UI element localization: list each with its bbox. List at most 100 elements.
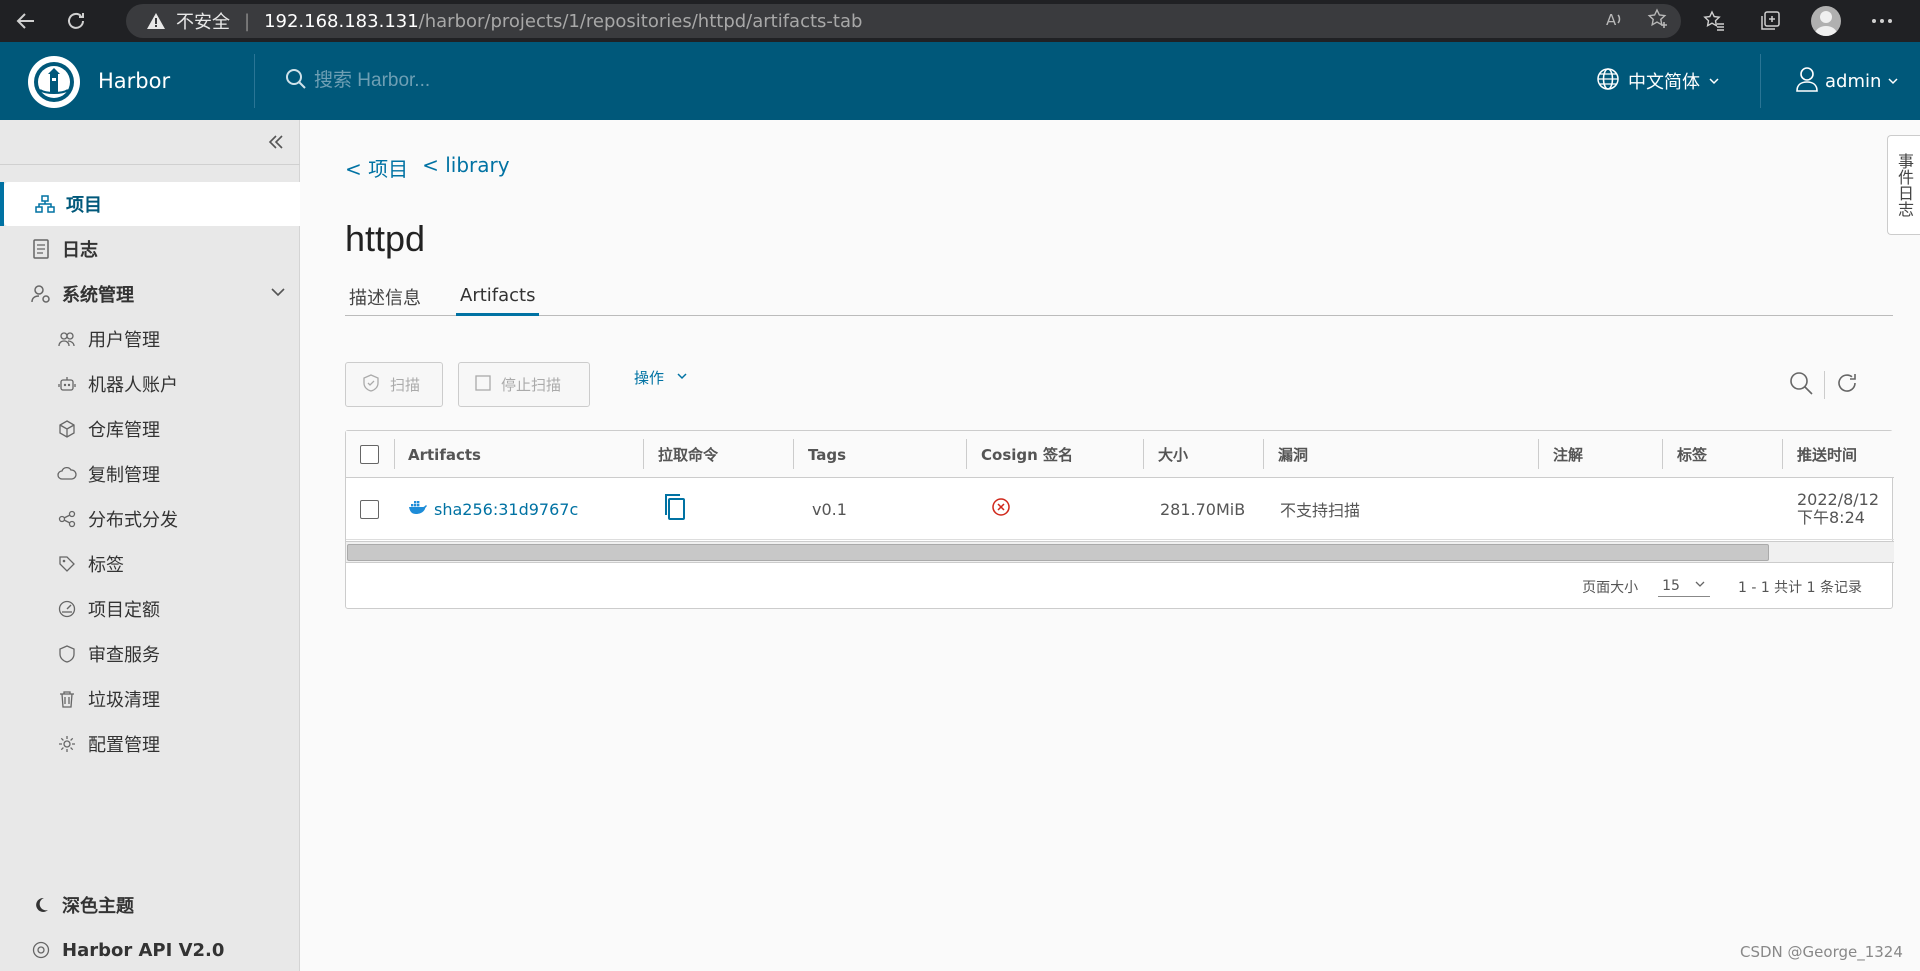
row-select-cell xyxy=(348,478,379,540)
tab-bar: 描述信息 Artifacts xyxy=(345,278,1893,316)
actions-dropdown[interactable]: 操作 xyxy=(634,362,688,392)
user-menu[interactable]: admin xyxy=(1795,42,1899,120)
horizontal-scrollbar[interactable] xyxy=(346,541,1894,563)
sidebar-item-users[interactable]: 用户管理 xyxy=(0,317,300,361)
column-separator xyxy=(394,439,395,469)
breadcrumb-library[interactable]: < library xyxy=(422,153,509,182)
globe-icon xyxy=(1596,67,1620,96)
artifact-digest-link[interactable]: sha256:31d9767c xyxy=(434,500,578,519)
main-content: < 项目 < library httpd 描述信息 Artifacts 扫描 停… xyxy=(300,120,1894,971)
column-header-tags[interactable]: Tags xyxy=(796,431,846,478)
sidebar-item-logs[interactable]: 日志 xyxy=(0,227,300,271)
double-chevron-left-icon[interactable] xyxy=(266,132,286,156)
sidebar-item-administration[interactable]: 系统管理 xyxy=(0,272,300,316)
column-header-push-time[interactable]: 推送时间 xyxy=(1785,431,1857,478)
sidebar: 项目 日志 系统管理 用户管理 机器人账户 仓库管理 复制管理 分布式分发 标签… xyxy=(0,120,300,971)
users-icon xyxy=(56,328,78,350)
brand-name[interactable]: Harbor xyxy=(98,42,170,120)
profile-avatar-icon[interactable] xyxy=(1798,0,1854,42)
refresh-icon[interactable] xyxy=(1835,371,1859,399)
select-all-cell xyxy=(348,431,379,478)
sidebar-item-garbage-collection[interactable]: 垃圾清理 xyxy=(0,677,300,721)
column-header-size[interactable]: 大小 xyxy=(1146,431,1188,478)
app-header: Harbor 中文简体 admin xyxy=(0,42,1920,120)
select-all-checkbox[interactable] xyxy=(360,445,379,464)
row-checkbox[interactable] xyxy=(360,499,379,519)
column-header-annotations[interactable]: 注解 xyxy=(1541,431,1583,478)
page-size-select[interactable]: 15 xyxy=(1658,578,1710,597)
more-menu-icon[interactable] xyxy=(1854,0,1910,42)
collections-icon[interactable] xyxy=(1742,0,1798,42)
dashboard-icon xyxy=(56,598,78,620)
tag-icon xyxy=(56,553,78,575)
column-separator xyxy=(793,439,794,469)
sidebar-item-configuration[interactable]: 配置管理 xyxy=(0,722,300,766)
warning-icon xyxy=(146,11,166,31)
sidebar-item-robot-accounts[interactable]: 机器人账户 xyxy=(0,362,300,406)
tab-info[interactable]: 描述信息 xyxy=(349,278,421,316)
add-favorite-icon[interactable] xyxy=(1647,7,1669,35)
tab-artifacts[interactable]: Artifacts xyxy=(456,278,540,316)
actions-label: 操作 xyxy=(634,368,665,387)
column-header-cosign[interactable]: Cosign 签名 xyxy=(969,431,1073,478)
read-aloud-icon[interactable]: A xyxy=(1605,9,1625,34)
chevron-down-icon[interactable] xyxy=(270,284,286,305)
column-header-pull-command[interactable]: 拉取命令 xyxy=(646,431,718,478)
sidebar-item-distributions[interactable]: 分布式分发 xyxy=(0,497,300,541)
cube-icon xyxy=(56,418,78,440)
sidebar-item-projects[interactable]: 项目 xyxy=(0,182,300,226)
scan-label: 扫描 xyxy=(390,376,421,394)
sidebar-item-quotas[interactable]: 项目定额 xyxy=(0,587,300,631)
url-path: /harbor/projects/1/repositories/httpd/ar… xyxy=(418,10,863,32)
push-time-cell: 2022/8/12 下午8:24 xyxy=(1785,478,1879,540)
search-input[interactable] xyxy=(314,70,614,92)
watermark: CSDN @George_1324 xyxy=(1740,943,1903,961)
sidebar-item-label: 项目定额 xyxy=(88,600,160,621)
moon-icon xyxy=(30,894,52,916)
chevron-down-icon xyxy=(1887,71,1899,92)
back-icon[interactable] xyxy=(8,3,44,39)
sidebar-item-label: 日志 xyxy=(62,240,98,261)
harbor-api-link[interactable]: Harbor API V2.0 xyxy=(0,928,300,971)
sidebar-item-replications[interactable]: 复制管理 xyxy=(0,452,300,496)
column-header-artifacts[interactable]: Artifacts xyxy=(396,431,481,478)
sidebar-item-label: 标签 xyxy=(88,555,124,576)
sidebar-item-label: 用户管理 xyxy=(88,330,160,351)
column-header-vulnerabilities[interactable]: 漏洞 xyxy=(1266,431,1308,478)
sidebar-item-interrogation-services[interactable]: 审查服务 xyxy=(0,632,300,676)
sidebar-item-registries[interactable]: 仓库管理 xyxy=(0,407,300,451)
artifacts-datagrid: Artifacts 拉取命令 Tags Cosign 签名 大小 漏洞 注解 标… xyxy=(345,430,1894,609)
global-search[interactable] xyxy=(284,62,614,100)
gear-icon xyxy=(56,733,78,755)
search-icon xyxy=(284,67,308,96)
sidebar-item-label: 审查服务 xyxy=(88,645,160,666)
stop-scan-button[interactable]: 停止扫描 xyxy=(458,362,590,407)
table-row[interactable]: sha256:31d9767c v0.1 281.70MiB 不支持扫描 202… xyxy=(346,478,1894,540)
column-separator xyxy=(1662,439,1663,469)
column-header-labels[interactable]: 标签 xyxy=(1665,431,1707,478)
search-icon[interactable] xyxy=(1788,370,1814,400)
breadcrumb-projects[interactable]: < 项目 xyxy=(345,153,408,182)
size-cell: 281.70MiB xyxy=(1160,499,1246,519)
api-icon xyxy=(30,939,52,961)
sidebar-item-label: 系统管理 xyxy=(62,285,134,306)
dark-theme-toggle[interactable]: 深色主题 xyxy=(0,883,300,927)
username: admin xyxy=(1825,70,1882,92)
docker-icon xyxy=(408,499,428,519)
address-separator: | xyxy=(244,10,251,32)
header-divider xyxy=(254,54,255,108)
scan-button[interactable]: 扫描 xyxy=(345,362,443,407)
copy-icon[interactable] xyxy=(662,493,688,525)
sidebar-item-label: 分布式分发 xyxy=(88,510,178,531)
harbor-logo-icon[interactable] xyxy=(28,56,80,108)
reload-icon[interactable] xyxy=(58,3,94,39)
admin-icon xyxy=(30,283,52,305)
pagination-info: 1 - 1 共计 1 条记录 xyxy=(1737,580,1862,596)
address-bar[interactable]: 不安全 | 192.168.183.131 /harbor/projects/1… xyxy=(126,4,1681,38)
favorites-icon[interactable] xyxy=(1686,0,1742,42)
sidebar-item-labels[interactable]: 标签 xyxy=(0,542,300,586)
annotations-cell xyxy=(1541,478,1553,540)
language-selector[interactable]: 中文简体 xyxy=(1596,42,1720,120)
scrollbar-thumb[interactable] xyxy=(347,544,1769,561)
event-log-tab[interactable]: 事件日志 xyxy=(1887,135,1920,235)
